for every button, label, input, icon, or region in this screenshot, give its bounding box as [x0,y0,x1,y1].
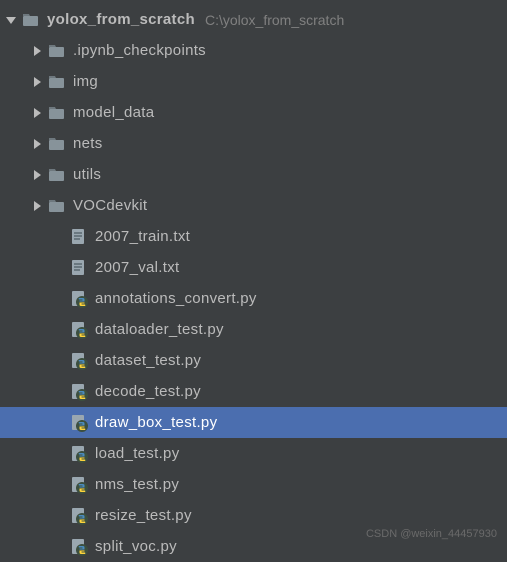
folder-label: .ipynb_checkpoints [73,42,206,59]
file-label: draw_box_test.py [95,414,217,431]
file-label: 2007_val.txt [95,259,180,276]
file-label: load_test.py [95,445,180,462]
folder-icon [48,42,66,60]
file-label: dataloader_test.py [95,321,224,338]
file-label: decode_test.py [95,383,201,400]
python-file-icon [70,445,88,463]
tree-folder-row[interactable]: nets [0,128,507,159]
folder-icon [48,135,66,153]
folder-label: nets [73,135,103,152]
chevron-right-icon[interactable] [30,75,44,89]
text-file-icon [70,259,88,277]
chevron-right-icon[interactable] [30,199,44,213]
tree-file-row[interactable]: dataset_test.py [0,345,507,376]
folder-icon [48,104,66,122]
root-folder-label: yolox_from_scratch [47,11,195,28]
folder-icon [48,73,66,91]
folder-icon [48,166,66,184]
python-file-icon [70,321,88,339]
tree-folder-row[interactable]: img [0,66,507,97]
python-file-icon [70,290,88,308]
tree-folder-row[interactable]: .ipynb_checkpoints [0,35,507,66]
chevron-down-icon[interactable] [4,13,18,27]
file-label: 2007_train.txt [95,228,190,245]
tree-file-row[interactable]: dataloader_test.py [0,314,507,345]
folder-label: img [73,73,98,90]
python-file-icon [70,383,88,401]
tree-root-row[interactable]: yolox_from_scratch C:\yolox_from_scratch [0,4,507,35]
file-label: dataset_test.py [95,352,201,369]
file-label: annotations_convert.py [95,290,257,307]
root-path-label: C:\yolox_from_scratch [205,12,344,28]
folder-icon [22,11,40,29]
folder-label: model_data [73,104,154,121]
chevron-right-icon[interactable] [30,44,44,58]
file-label: resize_test.py [95,507,192,524]
watermark-text: CSDN @weixin_44457930 [366,528,497,540]
folder-label: VOCdevkit [73,197,147,214]
chevron-right-icon[interactable] [30,106,44,120]
python-file-icon [70,507,88,525]
python-file-icon [70,414,88,432]
tree-folder-row[interactable]: model_data [0,97,507,128]
tree-file-row[interactable]: draw_box_test.py [0,407,507,438]
chevron-right-icon[interactable] [30,137,44,151]
folder-label: utils [73,166,101,183]
tree-file-row[interactable]: annotations_convert.py [0,283,507,314]
file-tree: yolox_from_scratch C:\yolox_from_scratch… [0,0,507,562]
python-file-icon [70,476,88,494]
tree-file-row[interactable]: nms_test.py [0,469,507,500]
python-file-icon [70,538,88,556]
tree-file-row[interactable]: 2007_val.txt [0,252,507,283]
tree-file-row[interactable]: resize_test.py [0,500,507,531]
chevron-right-icon[interactable] [30,168,44,182]
tree-file-row[interactable]: 2007_train.txt [0,221,507,252]
file-label: nms_test.py [95,476,179,493]
tree-folder-row[interactable]: VOCdevkit [0,190,507,221]
tree-file-row[interactable]: decode_test.py [0,376,507,407]
tree-file-row[interactable]: load_test.py [0,438,507,469]
text-file-icon [70,228,88,246]
folder-icon [48,197,66,215]
python-file-icon [70,352,88,370]
file-label: split_voc.py [95,538,177,555]
tree-folder-row[interactable]: utils [0,159,507,190]
